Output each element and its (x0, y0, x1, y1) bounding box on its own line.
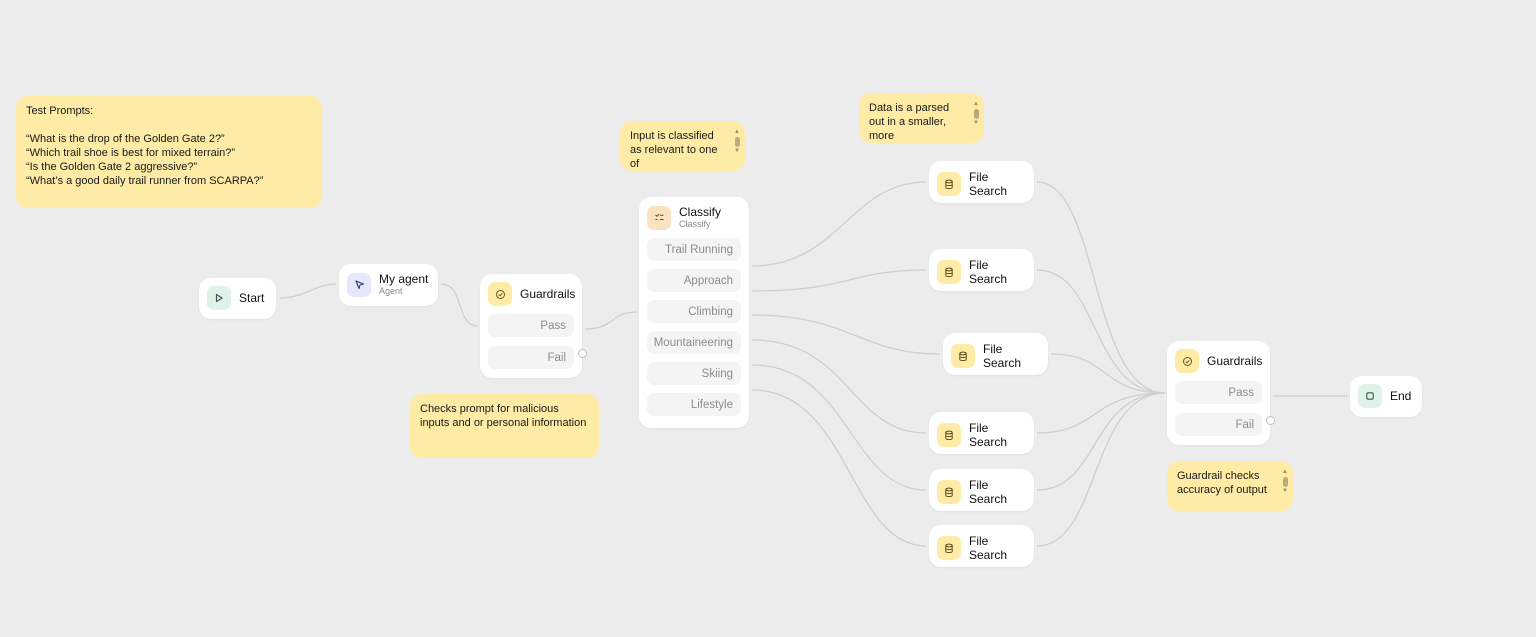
fail-handle[interactable] (1266, 416, 1275, 425)
edge-classify-fs3 (751, 314, 941, 355)
file-search-node[interactable]: File Search (943, 333, 1048, 375)
node-title: File Search (969, 258, 1008, 286)
category-mountaineering[interactable]: Mountaineering (647, 331, 741, 354)
scrollbar[interactable]: ▲ ▼ (734, 129, 740, 155)
note-text: Test Prompts: “What is the drop of the G… (26, 105, 264, 187)
edge-start-agent (279, 283, 337, 299)
pass-output[interactable]: Pass (1175, 381, 1262, 404)
node-title: Classify (679, 205, 722, 219)
node-title: Guardrails (1207, 354, 1263, 368)
list-icon (647, 205, 671, 230)
start-node[interactable]: Start (199, 278, 276, 319)
database-icon (951, 344, 975, 368)
data-parsed-note[interactable]: Data is a parsed out in a smaller, more … (859, 93, 984, 143)
database-icon (937, 423, 961, 447)
database-icon (937, 536, 961, 560)
category-trail-running[interactable]: Trail Running (647, 238, 741, 261)
edge-fs3-guardrails (1050, 353, 1166, 394)
file-search-node[interactable]: File Search (929, 249, 1034, 291)
guardrail-output-note[interactable]: Guardrail checks accuracy of output ▲ ▼ (1167, 461, 1293, 511)
edge-classify-fs6 (751, 389, 927, 547)
edge-fs2-guardrails (1036, 269, 1166, 394)
database-icon (937, 480, 961, 504)
file-search-node[interactable]: File Search (929, 161, 1034, 203)
end-node[interactable]: End (1350, 376, 1422, 417)
note-text: Checks prompt for malicious inputs and o… (420, 403, 587, 429)
node-title: File Search (983, 342, 1022, 370)
node-title: Guardrails (520, 287, 576, 301)
edge-fs4-guardrails (1036, 392, 1166, 434)
node-title: File Search (969, 170, 1008, 198)
edge-fs6-guardrails (1036, 392, 1166, 547)
file-search-node[interactable]: File Search (929, 525, 1034, 567)
note-text: Data is a parsed out in a smaller, more (869, 102, 950, 142)
edge-fs1-guardrails (1036, 181, 1166, 394)
edge-guardrails-classify (584, 311, 638, 330)
note-text: Input is classified as relevant to one o… (630, 130, 718, 170)
category-climbing[interactable]: Climbing (647, 300, 741, 323)
shield-check-icon (488, 282, 512, 306)
edge-classify-fs1 (751, 181, 927, 267)
edge-classify-fs2 (751, 269, 927, 292)
node-title: End (1390, 389, 1412, 403)
guardrails-output-node[interactable]: Guardrails Pass Fail (1167, 341, 1275, 445)
node-title: File Search (969, 421, 1008, 449)
category-lifestyle[interactable]: Lifestyle (647, 393, 741, 416)
note-text: Guardrail checks accuracy of output (1177, 470, 1267, 496)
fail-handle[interactable] (578, 349, 587, 358)
node-title: File Search (969, 478, 1008, 506)
guardrails-input-node[interactable]: Guardrails Pass Fail (480, 274, 587, 378)
file-search-node[interactable]: File Search (929, 469, 1034, 511)
stop-icon (1358, 384, 1382, 408)
guardrail-input-note[interactable]: Checks prompt for malicious inputs and o… (410, 394, 599, 458)
node-title: File Search (969, 534, 1008, 562)
edge-fs5-guardrails (1036, 392, 1166, 491)
agent-node[interactable]: My agent Agent (339, 264, 438, 306)
node-title: My agent (379, 272, 429, 286)
play-icon (207, 286, 231, 310)
node-subtitle: Classify (679, 219, 711, 229)
edge-agent-guardrails (440, 283, 479, 327)
pass-output[interactable]: Pass (488, 314, 574, 337)
test-prompts-note[interactable]: Test Prompts: “What is the drop of the G… (16, 96, 322, 208)
shield-check-icon (1175, 349, 1199, 373)
category-skiing[interactable]: Skiing (647, 362, 741, 385)
file-search-node[interactable]: File Search (929, 412, 1034, 454)
classify-note[interactable]: Input is classified as relevant to one o… (620, 121, 745, 171)
node-subtitle: Agent (379, 286, 403, 296)
fail-output[interactable]: Fail (488, 346, 574, 369)
fail-output[interactable]: Fail (1175, 413, 1262, 436)
edge-classify-fs4 (751, 339, 927, 434)
scrollbar[interactable]: ▲ ▼ (1282, 469, 1288, 495)
edge-classify-fs5 (751, 364, 927, 491)
scrollbar[interactable]: ▲ ▼ (973, 101, 979, 127)
node-title: Start (239, 291, 265, 305)
cursor-icon (347, 272, 371, 297)
classify-node[interactable]: Classify Classify Trail Running Approach… (639, 197, 749, 428)
category-approach[interactable]: Approach (647, 269, 741, 292)
database-icon (937, 260, 961, 284)
database-icon (937, 172, 961, 196)
